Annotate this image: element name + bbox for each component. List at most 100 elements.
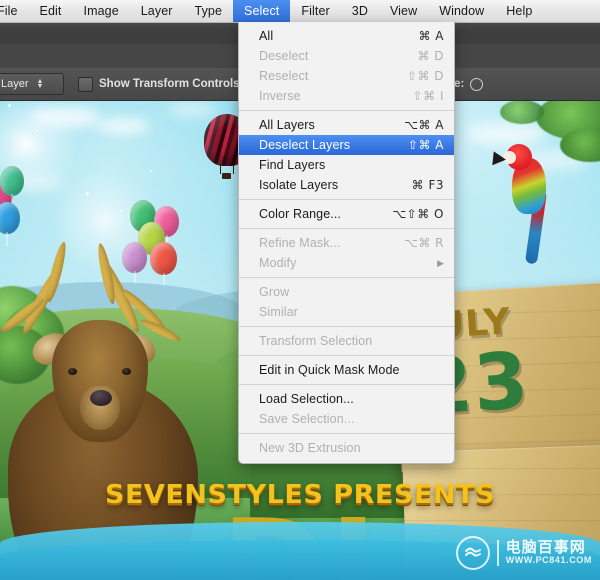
menu-item-label: Edit in Quick Mask Mode: [259, 363, 400, 377]
menu-item-shortcut: ⌘ D: [417, 49, 444, 63]
menu-item-color-range[interactable]: Color Range... ⌥⇧⌘ O: [239, 204, 454, 224]
cloud-shape: [96, 118, 150, 134]
balloon: [150, 242, 177, 275]
chevron-updown-icon: ▲ ▼: [36, 78, 44, 90]
auto-select-target-value: Layer: [1, 78, 29, 90]
menu-item-inverse: Inverse ⇧⌘ I: [239, 86, 454, 106]
menubar-item-view[interactable]: View: [379, 0, 428, 22]
menu-item-shortcut: ⇧⌘ A: [407, 138, 444, 152]
menu-item-deselect-layers[interactable]: Deselect Layers ⇧⌘ A: [239, 135, 454, 155]
menu-item-label: Reselect: [259, 69, 309, 83]
show-transform-controls-option[interactable]: Show Transform Controls: [78, 76, 240, 92]
menu-item-shortcut: ⇧⌘ I: [412, 89, 444, 103]
menu-separator: [239, 199, 454, 200]
menu-item-all-layers[interactable]: All Layers ⌥⌘ A: [239, 115, 454, 135]
menu-separator: [239, 326, 454, 327]
menu-item-label: All Layers: [259, 118, 315, 132]
menu-item-load-selection[interactable]: Load Selection...: [239, 389, 454, 409]
menu-item-shortcut: ⌘ A: [418, 29, 444, 43]
menubar-item-label: File: [0, 4, 18, 18]
menu-separator: [239, 384, 454, 385]
photoshop-window: JULY 23 SEVENSTYLES PRESENTS 电脑百事网 WWW.P…: [0, 0, 600, 580]
mode3d-icon-group[interactable]: [470, 77, 484, 91]
deer-eye: [122, 368, 131, 375]
cloud-shape: [168, 102, 216, 117]
fireworks-spark: [150, 170, 152, 172]
menubar-item-label: Type: [194, 4, 223, 18]
menubar-item-window[interactable]: Window: [428, 0, 495, 22]
menubar-item-file[interactable]: File: [0, 0, 29, 22]
fireworks-spark: [120, 210, 122, 212]
menu-item-grow: Grow: [239, 282, 454, 302]
menu-item-isolate-layers[interactable]: Isolate Layers ⌘ F3: [239, 175, 454, 195]
menu-item-all[interactable]: All ⌘ A: [239, 26, 454, 46]
menu-item-label: Refine Mask...: [259, 236, 341, 250]
menubar-item-layer[interactable]: Layer: [130, 0, 184, 22]
menubar-item-3d[interactable]: 3D: [341, 0, 379, 22]
menu-item-label: Color Range...: [259, 207, 341, 221]
headline-text: SEVENSTYLES PRESENTS: [104, 480, 496, 510]
menubar-item-label: View: [389, 4, 418, 18]
menu-item-modify: Modify ▶: [239, 253, 454, 273]
menu-item-label: New 3D Extrusion: [259, 441, 361, 455]
menu-separator: [239, 110, 454, 111]
menu-item-shortcut: ⇧⌘ D: [406, 69, 444, 83]
watermark-divider: [496, 540, 499, 566]
menubar-item-select[interactable]: Select: [233, 0, 291, 22]
menu-item-label: Grow: [259, 285, 290, 299]
menu-item-shortcut: ⌥⇧⌘ O: [392, 207, 444, 221]
menubar-item-label: Window: [439, 4, 485, 18]
menu-item-deselect: Deselect ⌘ D: [239, 46, 454, 66]
menubar-item-help[interactable]: Help: [495, 0, 543, 22]
menu-item-label: Inverse: [259, 89, 301, 103]
menubar-item-label: Select: [244, 4, 280, 18]
menu-item-shortcut: ⌥⌘ R: [404, 236, 444, 250]
menu-item-shortcut: ⌘ F3: [411, 178, 444, 192]
menu-item-save-selection: Save Selection...: [239, 409, 454, 429]
menubar-item-label: 3D: [351, 4, 368, 18]
menu-item-label: Similar: [259, 305, 298, 319]
menubar-item-edit[interactable]: Edit: [29, 0, 73, 22]
menu-item-transform-selection: Transform Selection: [239, 331, 454, 351]
menubar-item-type[interactable]: Type: [184, 0, 234, 22]
menubar-item-label: Layer: [140, 4, 173, 18]
menu-item-label: All: [259, 29, 274, 43]
menubar-item-label: Image: [83, 4, 119, 18]
menubar-item-image[interactable]: Image: [73, 0, 130, 22]
hot-air-balloon-rope: [220, 164, 221, 174]
submenu-arrow-icon: ▶: [437, 257, 444, 268]
menu-bar: File Edit Image Layer Type Select Filter 3D View…: [0, 0, 600, 23]
menu-item-refine-mask: Refine Mask... ⌥⌘ R: [239, 233, 454, 253]
menu-item-label: Deselect: [259, 49, 309, 63]
cloud-shape: [468, 122, 546, 146]
menu-item-shortcut: ⌥⌘ A: [404, 118, 444, 132]
watermark-text: 电脑百事网 WWW.PC841.COM: [506, 540, 592, 565]
watermark-chinese: 电脑百事网: [505, 538, 586, 557]
select-menu-dropdown[interactable]: All ⌘ A Deselect ⌘ D Reselect ⇧⌘ D Inverse ⇧⌘ I…: [238, 22, 455, 464]
watermark-url: WWW.PC841.COM: [505, 555, 592, 566]
parrot-beak: [492, 151, 507, 167]
menubar-item-label: Help: [506, 4, 533, 18]
menu-item-label: Find Layers: [259, 158, 326, 172]
menu-separator: [239, 277, 454, 278]
pc841-logo-icon: [455, 536, 490, 570]
menu-item-label: Save Selection...: [259, 412, 355, 426]
menu-item-edit-in-quick-mask-mode[interactable]: Edit in Quick Mask Mode: [239, 360, 454, 380]
tree-foliage: [500, 100, 544, 124]
menu-item-label: Transform Selection: [259, 334, 373, 348]
menu-item-reselect: Reselect ⇧⌘ D: [239, 66, 454, 86]
menubar-item-filter[interactable]: Filter: [290, 0, 340, 22]
auto-select-target-dropdown[interactable]: Layer ▲ ▼: [0, 73, 64, 95]
watermark: 电脑百事网 WWW.PC841.COM: [455, 536, 592, 570]
rotate-3d-icon[interactable]: [470, 77, 484, 91]
fireworks-spark: [36, 130, 38, 132]
deer-nose: [90, 390, 112, 406]
menu-item-find-layers[interactable]: Find Layers: [239, 155, 454, 175]
menubar-item-label: Filter: [301, 4, 330, 18]
fireworks-spark: [86, 192, 89, 195]
menu-separator: [239, 228, 454, 229]
show-transform-controls-checkbox[interactable]: [78, 76, 93, 92]
menu-item-similar: Similar: [239, 302, 454, 322]
hot-air-balloon-basket: [222, 173, 231, 179]
hot-air-balloon-rope: [233, 164, 234, 174]
